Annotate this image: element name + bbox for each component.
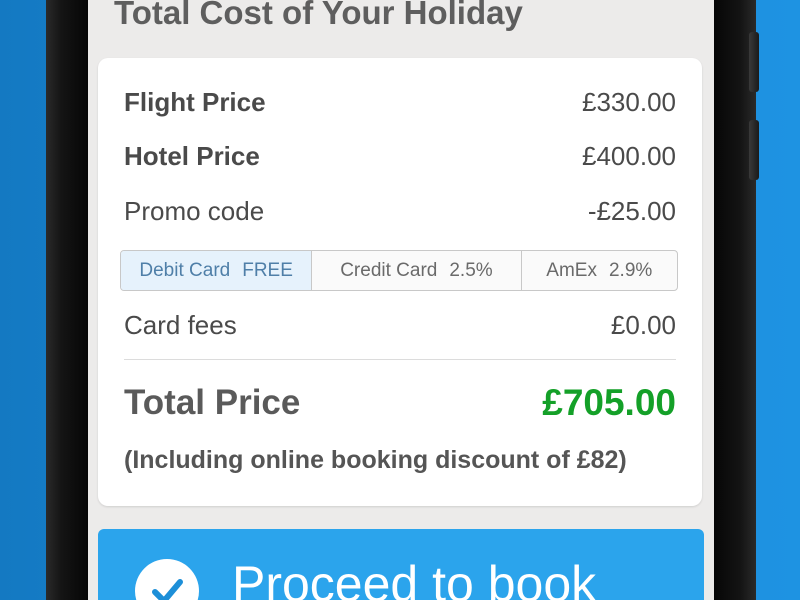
promo-code-value: -£25.00 (587, 195, 676, 226)
total-price-label: Total Price (124, 383, 301, 422)
discount-note: (Including online booking discount of £8… (124, 446, 627, 474)
phone-screen: Total Cost of Your Holiday Flight Price … (88, 0, 714, 600)
divider (124, 359, 676, 360)
option-debit-card-name: Debit Card (139, 259, 231, 281)
flight-price-row: Flight Price £330.00 (124, 85, 676, 119)
option-credit-card-fee: 2.5% (449, 259, 493, 281)
phone-frame-left (46, 0, 90, 600)
option-amex-name: AmEx (546, 259, 597, 281)
hotel-price-label: Hotel Price (124, 140, 260, 171)
phone-side-button (749, 32, 759, 92)
checkmark-icon (135, 559, 199, 600)
cost-summary-card: Flight Price £330.00 Hotel Price £400.00… (98, 58, 702, 506)
proceed-to-book-label: Proceed to book (232, 556, 597, 600)
card-fees-row: Card fees £0.00 (124, 308, 676, 342)
flight-price-label: Flight Price (124, 86, 266, 117)
hotel-price-row: Hotel Price £400.00 (124, 139, 676, 173)
option-credit-card-name: Credit Card (340, 259, 438, 281)
option-debit-card-fee: FREE (242, 259, 293, 281)
total-price-row: Total Price £705.00 (124, 380, 676, 426)
promo-code-row: Promo code -£25.00 (124, 194, 676, 228)
option-amex[interactable]: AmEx 2.9% (522, 251, 677, 290)
phone-side-button (749, 120, 759, 180)
option-debit-card[interactable]: Debit Card FREE (121, 251, 313, 290)
option-credit-card[interactable]: Credit Card 2.5% (312, 251, 522, 290)
option-amex-fee: 2.9% (608, 259, 653, 281)
hotel-price-value: £400.00 (582, 140, 676, 171)
promo-code-label: Promo code (124, 195, 265, 226)
card-fees-value: £0.00 (610, 309, 676, 340)
total-price-value: £705.00 (542, 382, 676, 423)
flight-price-value: £330.00 (582, 86, 676, 117)
page-title: Total Cost of Your Holiday (114, 0, 523, 31)
card-fees-label: Card fees (124, 309, 237, 340)
proceed-to-book-button[interactable]: Proceed to book (98, 529, 704, 600)
payment-card-selector: Debit Card FREE Credit Card 2.5% AmEx 2.… (120, 250, 678, 291)
